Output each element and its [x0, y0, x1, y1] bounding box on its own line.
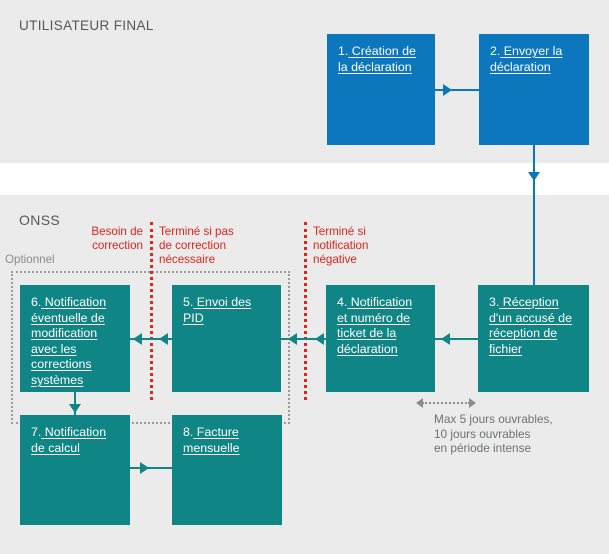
decision-label-termine-si-notification-negative: Terminé si notification négative	[313, 225, 369, 266]
process-node-2-envoyer-la-declaration[interactable]: 2. Envoyer la déclaration	[479, 34, 589, 145]
sla-measure-bracket	[416, 398, 476, 408]
connector-node2-to-node3	[533, 145, 535, 285]
process-node-8-facture-mensuelle[interactable]: 8. Facture mensuelle	[172, 415, 282, 525]
process-node-3-reception-accuse-de-reception[interactable]: 3. Réception d'un accusé de réception de…	[478, 285, 589, 392]
arrowhead-node4-to-node5	[288, 333, 297, 345]
node-7-label: 7. Notification de calcul	[31, 425, 107, 455]
swimlane-label-utilisateur-final: UTILISATEUR FINAL	[19, 18, 154, 33]
optional-region-label: Optionnel	[5, 253, 55, 266]
decision-separator-termine-si-notification-negative	[304, 222, 307, 400]
process-node-1-creation-de-la-declaration[interactable]: 1. Création de la déclaration	[327, 34, 435, 145]
decision-separator-besoin-de-correction	[150, 222, 153, 400]
decision-label-besoin-de-correction: Besoin de correction	[91, 225, 143, 252]
process-node-6-notification-modification-corrections[interactable]: 6. Notification éventuelle de modificati…	[20, 285, 130, 392]
arrowhead-node3-to-node4	[441, 333, 450, 345]
arrowhead-node2-to-node3	[528, 172, 540, 181]
sla-bracket-line	[422, 402, 470, 404]
decision-label-termine-si-pas-de-correction: Terminé si pas de correction nécessaire	[159, 225, 234, 266]
process-node-5-envoi-des-pid[interactable]: 5. Envoi des PID	[172, 285, 281, 392]
node-1-label: 1. Création de la déclaration	[338, 44, 416, 74]
node-4-label: 4. Notification et numéro de ticket de l…	[337, 295, 413, 356]
flowchart-diagram: UTILISATEUR FINAL ONSS Optionnel Besoin …	[0, 0, 609, 554]
arrowhead-node4-to-node5-secondary	[315, 333, 324, 345]
arrowhead-node6-to-node7	[69, 404, 81, 413]
node-3-label: 3. Réception d'un accusé de réception de…	[489, 295, 572, 356]
node-6-label: 6. Notification éventuelle de modificati…	[31, 295, 107, 387]
arrowhead-node5-to-node6-secondary	[159, 333, 168, 345]
node-2-label: 2. Envoyer la déclaration	[490, 44, 563, 74]
node-8-label: 8. Facture mensuelle	[183, 425, 240, 455]
arrowhead-node5-to-node6	[133, 333, 142, 345]
node-5-label: 5. Envoi des PID	[183, 295, 252, 325]
sla-bracket-right-cap	[469, 398, 476, 408]
connector-node7-to-node8	[130, 467, 172, 469]
process-node-4-notification-et-numero-de-ticket[interactable]: 4. Notification et numéro de ticket de l…	[326, 285, 435, 392]
arrowhead-node7-to-node8	[140, 462, 149, 474]
process-node-7-notification-de-calcul[interactable]: 7. Notification de calcul	[20, 415, 130, 525]
connector-node1-to-node2	[435, 89, 479, 91]
sla-note-text: Max 5 jours ouvrables, 10 jours ouvrable…	[434, 412, 553, 456]
arrowhead-node1-to-node2	[443, 84, 452, 96]
